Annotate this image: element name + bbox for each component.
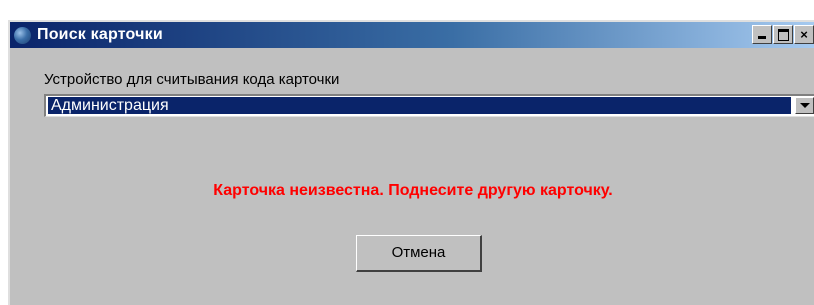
cancel-button[interactable]: Отмена xyxy=(356,235,482,272)
maximize-icon xyxy=(778,29,789,41)
close-icon: × xyxy=(800,27,808,42)
reader-select[interactable]: Администрация xyxy=(44,94,814,117)
card-search-dialog: Поиск карточки × Устройство для считыван… xyxy=(8,20,814,305)
close-button[interactable]: × xyxy=(794,25,814,44)
title-bar[interactable]: Поиск карточки × xyxy=(10,22,814,48)
reader-label: Устройство для считывания кода карточки xyxy=(44,71,340,88)
error-message: Карточка неизвестна. Поднесите другую ка… xyxy=(213,182,613,199)
reader-select-value[interactable]: Администрация xyxy=(47,96,792,115)
window-title: Поиск карточки xyxy=(37,26,163,43)
minimize-button[interactable] xyxy=(752,25,772,44)
window-controls: × xyxy=(751,25,814,44)
dropdown-arrow-icon[interactable] xyxy=(795,97,814,114)
app-icon[interactable] xyxy=(14,26,31,44)
maximize-button[interactable] xyxy=(773,25,793,44)
minimize-icon xyxy=(758,36,766,39)
